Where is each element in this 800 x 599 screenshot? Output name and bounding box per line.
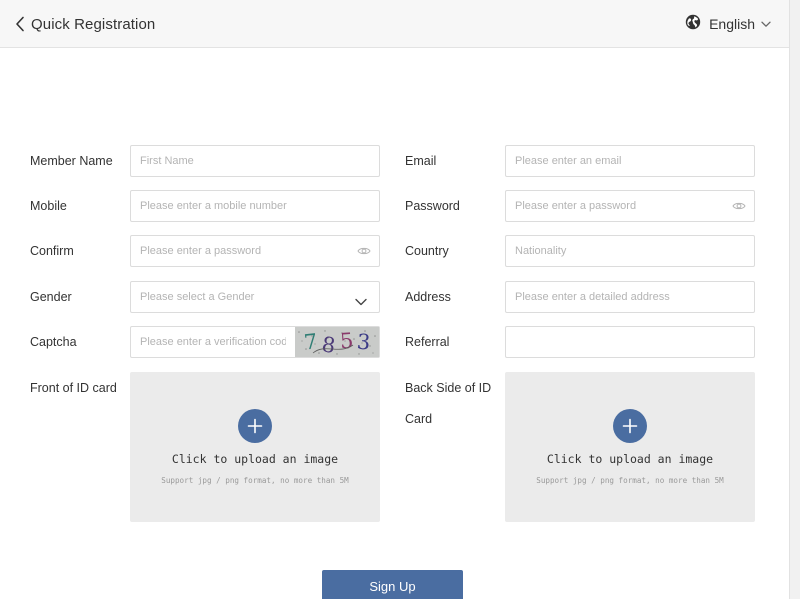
captcha-label: Captcha <box>30 335 77 349</box>
address-input[interactable] <box>506 282 754 312</box>
password-input[interactable] <box>506 191 754 221</box>
chevron-down-icon <box>761 15 771 33</box>
email-field <box>505 145 755 177</box>
upload-hint: Support jpg / png format, no more than 5… <box>161 476 349 485</box>
email-input[interactable] <box>506 146 754 176</box>
sign-up-button[interactable]: Sign Up <box>322 570 463 599</box>
member-name-label: Member Name <box>30 154 113 168</box>
country-label: Country <box>405 244 449 258</box>
country-field <box>505 235 755 267</box>
front-id-upload[interactable]: Click to upload an image Support jpg / p… <box>130 372 380 522</box>
header-bar: Quick Registration English <box>0 0 789 48</box>
captcha-image[interactable]: 7 8 5 3 <box>295 327 379 357</box>
gender-select-placeholder: Please select a Gender <box>140 291 255 303</box>
front-id-label: Front of ID card <box>30 381 117 395</box>
chevron-left-icon <box>15 16 25 32</box>
registration-page: Quick Registration English Member Name E… <box>0 0 789 599</box>
chevron-down-icon <box>355 293 367 311</box>
confirm-password-input[interactable] <box>131 236 379 266</box>
confirm-field <box>130 235 380 267</box>
password-field <box>505 190 755 222</box>
upload-hint: Support jpg / png format, no more than 5… <box>536 476 724 485</box>
eye-icon[interactable] <box>732 199 746 213</box>
page-title: Quick Registration <box>31 15 156 33</box>
member-name-field <box>130 145 380 177</box>
address-field <box>505 281 755 313</box>
captcha-input[interactable] <box>131 327 295 357</box>
captcha-char: 5 <box>339 329 354 354</box>
eye-icon[interactable] <box>357 244 371 258</box>
referral-input[interactable] <box>506 327 754 357</box>
upload-title: Click to upload an image <box>171 452 339 466</box>
gender-label: Gender <box>30 290 72 304</box>
first-name-input[interactable] <box>131 146 379 176</box>
mobile-input[interactable] <box>131 191 379 221</box>
language-selector[interactable]: English <box>685 12 771 36</box>
scrollbar[interactable] <box>789 0 800 599</box>
referral-field <box>505 326 755 358</box>
language-label: English <box>709 16 755 32</box>
mobile-label: Mobile <box>30 199 67 213</box>
globe-icon <box>685 14 701 35</box>
mobile-field <box>130 190 380 222</box>
captcha-field: 7 8 5 3 <box>130 326 380 358</box>
back-id-label: Back Side of ID <box>405 381 492 395</box>
back-id-upload[interactable]: Click to upload an image Support jpg / p… <box>505 372 755 522</box>
captcha-char: 3 <box>356 330 371 355</box>
plus-icon <box>238 409 272 443</box>
email-label: Email <box>405 154 437 168</box>
address-label: Address <box>405 290 451 304</box>
nationality-input[interactable] <box>506 236 754 266</box>
referral-label: Referral <box>405 335 450 349</box>
gender-select[interactable]: Please select a Gender <box>130 281 380 313</box>
back-button[interactable]: Quick Registration <box>15 12 155 36</box>
password-label: Password <box>405 199 460 213</box>
plus-icon <box>613 409 647 443</box>
confirm-label: Confirm <box>30 244 74 258</box>
back-id-label-continued: Card <box>405 412 433 426</box>
upload-title: Click to upload an image <box>546 452 714 466</box>
